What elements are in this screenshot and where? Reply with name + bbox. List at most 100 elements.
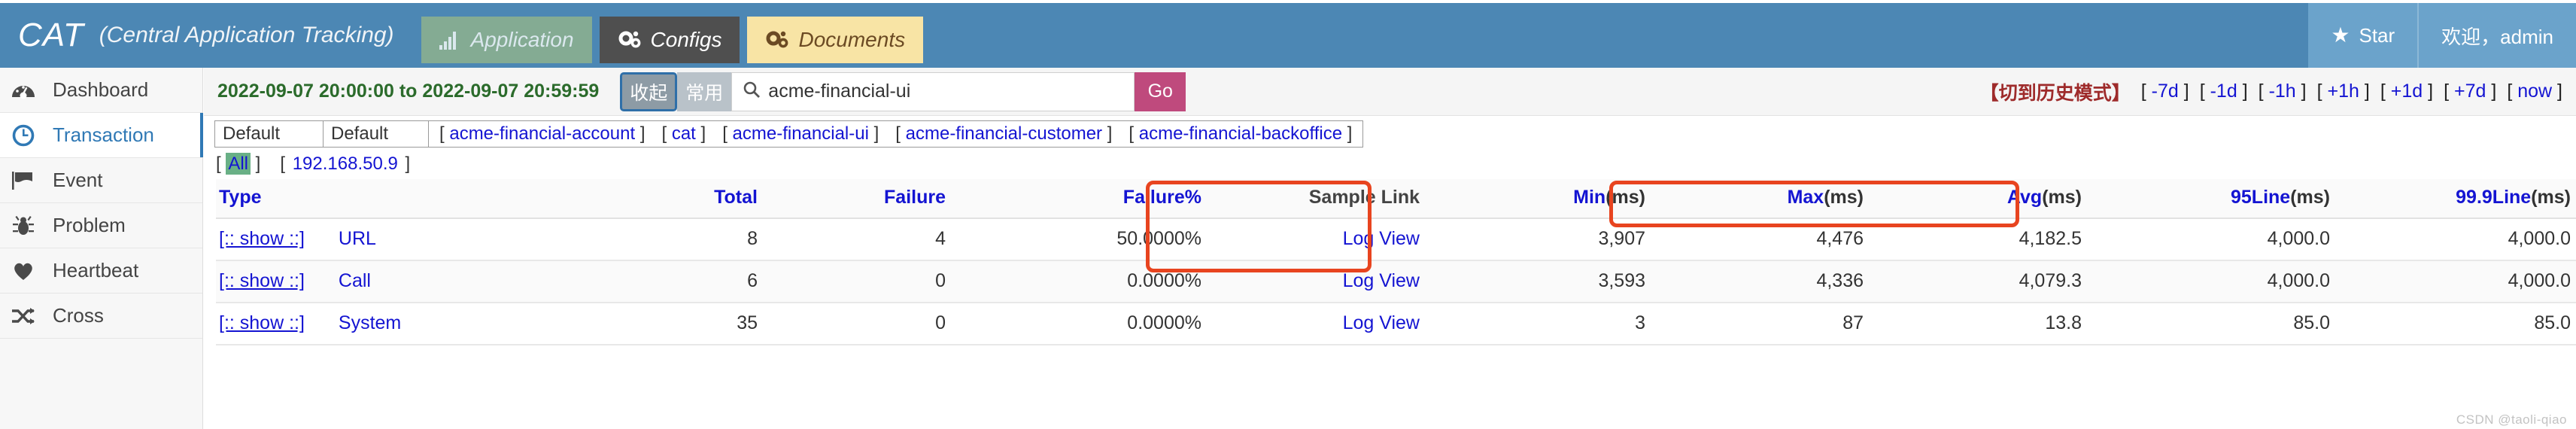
table-row: [:: show ::] System 35 0 0.0000% Log Vie…: [216, 303, 2576, 345]
bug-icon: [11, 213, 36, 239]
cell-min: 3,593: [1420, 260, 1645, 303]
cell-std: 13.9: [2571, 303, 2576, 345]
flag-icon: [11, 168, 36, 193]
cell-failure: 0: [758, 260, 946, 303]
cell-999line: 4,000.0: [2330, 260, 2571, 303]
cell-failure-pct: 50.0000%: [946, 218, 1201, 261]
show-toggle-link[interactable]: [:: show ::]: [219, 228, 305, 249]
sidebar-item-label: Dashboard: [53, 78, 149, 101]
filter-bar: 2022-09-07 20:00:00 to 2022-09-07 20:59:…: [204, 68, 2576, 116]
col-header-failure-pct[interactable]: Failure%: [946, 179, 1201, 219]
cell-total: 35: [562, 303, 758, 345]
navbar-right: ★ Star 欢迎，admin: [2308, 3, 2576, 68]
search-box[interactable]: [731, 72, 1135, 111]
cell-999line: 4,000.0: [2330, 218, 2571, 261]
user-label: 欢迎，admin: [2441, 25, 2553, 48]
host-selector-row: [ All ] [ 192.168.50.9 ]: [204, 148, 2576, 179]
cell-999line: 85.0: [2330, 303, 2571, 345]
sidebar-item-problem[interactable]: Problem: [0, 203, 202, 248]
nav-configs[interactable]: Configs: [599, 17, 740, 63]
sidebar-item-label: Heartbeat: [53, 259, 139, 281]
clock-icon: [11, 123, 36, 148]
sidebar-item-label: Problem: [53, 214, 126, 236]
cell-avg: 13.8: [1864, 303, 2082, 345]
shift-minus-1d[interactable]: [ -1d ]: [2200, 81, 2248, 102]
stats-table-wrap: Type Total Failure Failure% Sample Link …: [204, 179, 2576, 345]
domain-group-cell[interactable]: Default: [214, 120, 323, 148]
nav-application[interactable]: Application: [421, 17, 592, 63]
sidebar-item-event[interactable]: Event: [0, 158, 202, 203]
cell-min: 3,907: [1420, 218, 1645, 261]
col-header-999line[interactable]: 99.9Line(ms): [2330, 179, 2571, 219]
row-type-link[interactable]: System: [339, 312, 401, 333]
cell-95line: 4,000.0: [2082, 218, 2330, 261]
cell-std: 262.5: [2571, 218, 2576, 261]
domain-link-cat[interactable]: [ cat ]: [661, 123, 706, 145]
gears-icon: [765, 29, 789, 50]
cell-failure-pct: 0.0000%: [946, 260, 1201, 303]
main-nav: Application Configs Documents: [421, 3, 924, 68]
log-view-link[interactable]: Log View: [1343, 270, 1420, 291]
nav-documents[interactable]: Documents: [747, 17, 924, 63]
row-type-link[interactable]: Call: [339, 270, 371, 291]
log-view-link[interactable]: Log View: [1343, 228, 1420, 249]
watermark-label: CSDN @taoli-qiao: [2456, 412, 2567, 427]
gears-icon: [618, 29, 642, 50]
top-navbar: CAT (Central Application Tracking) Appli…: [0, 3, 2576, 68]
domain-selector-row: Default Default [ acme-financial-account…: [204, 116, 2576, 148]
cell-failure-pct: 0.0000%: [946, 303, 1201, 345]
show-toggle-link[interactable]: [:: show ::]: [219, 270, 305, 291]
col-header-std[interactable]: Std(ms): [2571, 179, 2576, 219]
brand-title: CAT: [18, 17, 84, 53]
search-input[interactable]: [768, 81, 1135, 102]
go-button[interactable]: Go: [1135, 72, 1186, 111]
host-filter-ip[interactable]: [ 192.168.50.9 ]: [280, 154, 410, 175]
date-range-label[interactable]: 2022-09-07 20:00:00 to 2022-09-07 20:59:…: [217, 81, 599, 102]
sidebar: Dashboard Transaction Event Problem Hear…: [0, 68, 203, 429]
shift-now[interactable]: [ now ]: [2507, 81, 2562, 102]
collapse-button[interactable]: 收起: [620, 72, 678, 111]
col-header-max[interactable]: Max(ms): [1645, 179, 1864, 219]
host-filter-all[interactable]: [ All ]: [216, 153, 260, 175]
sidebar-item-heartbeat[interactable]: Heartbeat: [0, 248, 202, 294]
domain-link-acme-financial-ui[interactable]: [ acme-financial-ui ]: [722, 123, 879, 145]
shuffle-icon: [11, 303, 36, 329]
col-header-total[interactable]: Total: [562, 179, 758, 219]
sidebar-item-dashboard[interactable]: Dashboard: [0, 68, 202, 113]
star-button[interactable]: ★ Star: [2308, 3, 2418, 68]
cell-max: 87: [1645, 303, 1864, 345]
show-toggle-link[interactable]: [:: show ::]: [219, 312, 305, 333]
common-button[interactable]: 常用: [677, 72, 732, 111]
domain-sub-cell[interactable]: Default: [323, 120, 428, 148]
domain-link-acme-financial-backoffice[interactable]: [ acme-financial-backoffice ]: [1129, 123, 1352, 145]
user-menu[interactable]: 欢迎，admin: [2417, 3, 2576, 68]
sidebar-item-transaction[interactable]: Transaction: [0, 113, 203, 158]
row-type-link[interactable]: URL: [339, 228, 376, 249]
col-header-min[interactable]: Min(ms): [1420, 179, 1645, 219]
cell-min: 3: [1420, 303, 1645, 345]
shift-minus-7d[interactable]: [ -7d ]: [2141, 81, 2189, 102]
shift-plus-7d[interactable]: [ +7d ]: [2444, 81, 2496, 102]
history-mode-link[interactable]: 【切到历史模式】: [1980, 78, 2131, 105]
domain-link-acme-financial-customer[interactable]: [ acme-financial-customer ]: [895, 123, 1112, 145]
cell-95line: 4,000.0: [2082, 260, 2330, 303]
shift-minus-1h[interactable]: [ -1h ]: [2259, 81, 2307, 102]
log-view-link[interactable]: Log View: [1343, 312, 1420, 333]
cell-max: 4,336: [1645, 260, 1864, 303]
sidebar-item-label: Event: [53, 169, 103, 191]
shift-plus-1d[interactable]: [ +1d ]: [2380, 81, 2433, 102]
col-header-type[interactable]: Type: [216, 179, 562, 219]
col-header-95line[interactable]: 95Line(ms): [2082, 179, 2330, 219]
cell-failure: 4: [758, 218, 946, 261]
col-header-failure[interactable]: Failure: [758, 179, 946, 219]
row-type-cell: [:: show ::] Call: [216, 260, 562, 303]
table-row: [:: show ::] URL 8 4 50.0000% Log View 3…: [216, 218, 2576, 261]
nav-documents-label: Documents: [798, 28, 906, 51]
cell-avg: 4,182.5: [1864, 218, 2082, 261]
col-header-avg[interactable]: Avg(ms): [1864, 179, 2082, 219]
cell-sample-link: Log View: [1201, 303, 1420, 345]
nav-configs-label: Configs: [650, 28, 722, 51]
sidebar-item-cross[interactable]: Cross: [0, 294, 202, 339]
shift-plus-1h[interactable]: [ +1h ]: [2317, 81, 2370, 102]
domain-link-acme-financial-account[interactable]: [ acme-financial-account ]: [439, 123, 645, 145]
